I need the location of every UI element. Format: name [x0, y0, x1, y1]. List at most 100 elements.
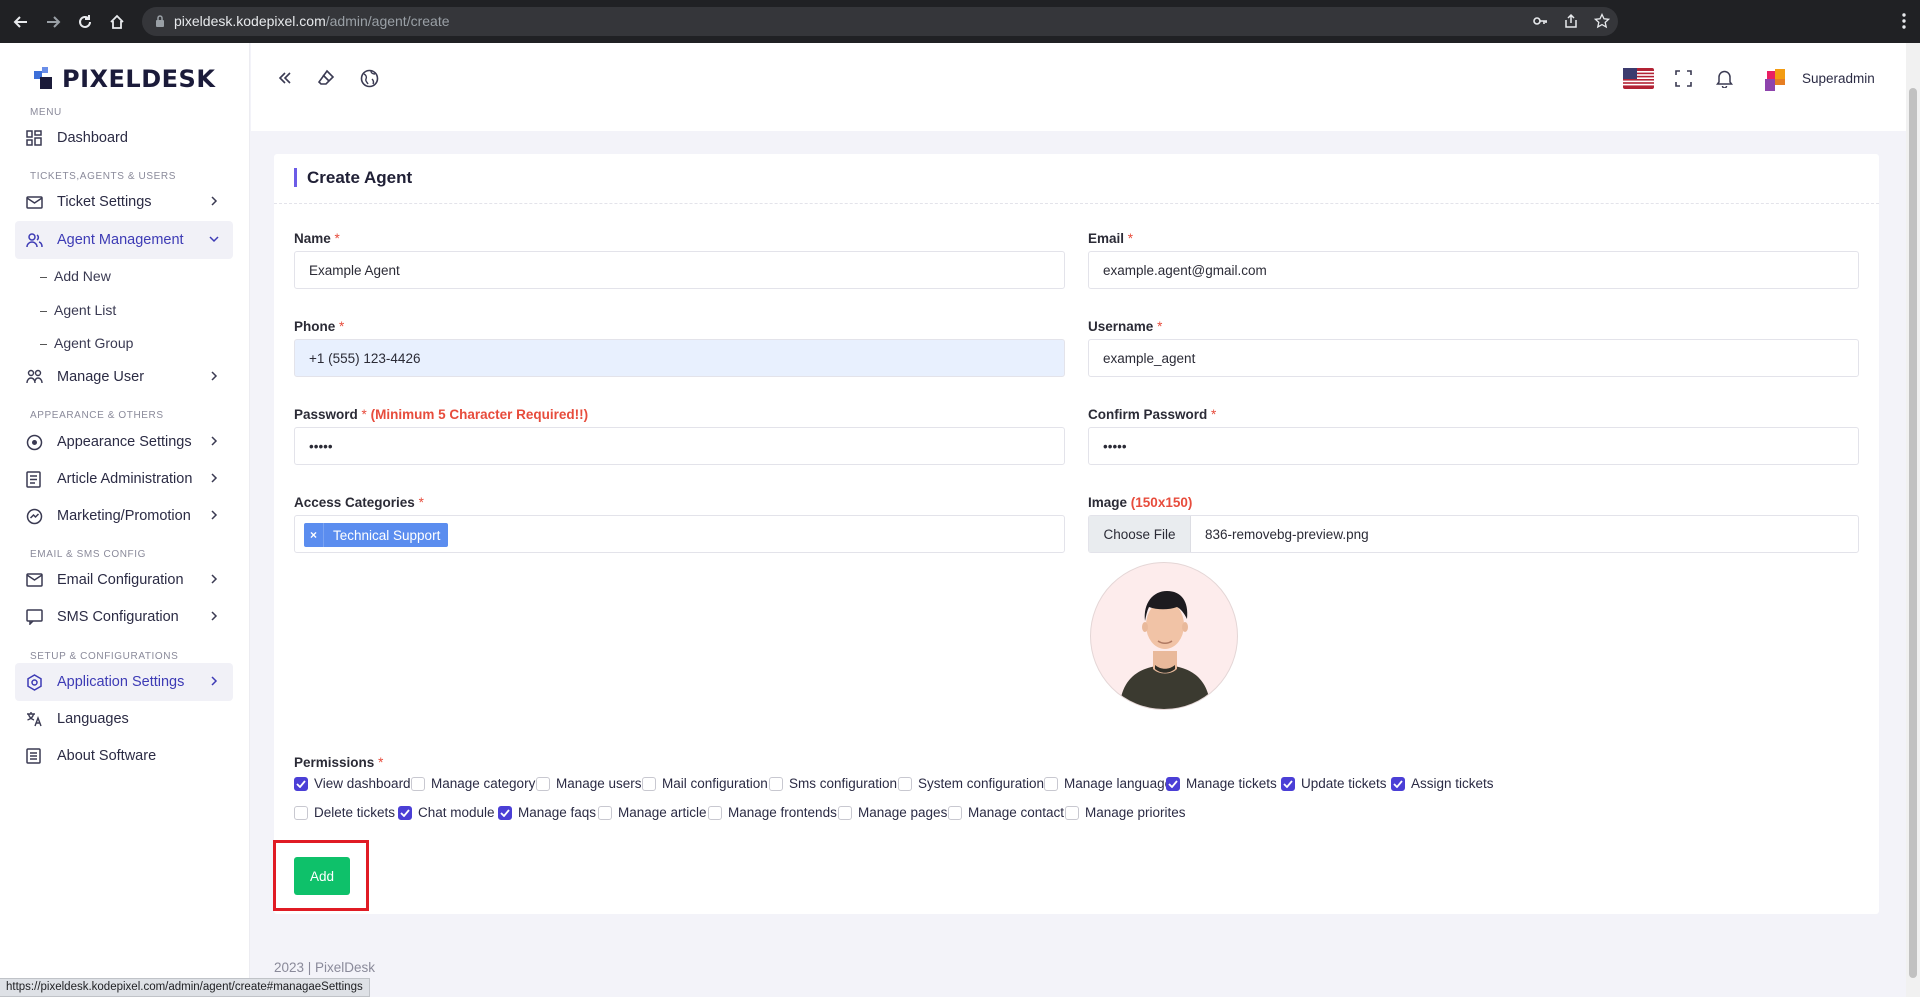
user-name[interactable]: Superadmin [1802, 71, 1875, 86]
checkbox-unchecked-icon[interactable] [769, 776, 783, 791]
permission-checkbox[interactable]: Mail configuration [642, 776, 768, 791]
sidebar-item-appearance-settings[interactable]: Appearance Settings [15, 423, 233, 461]
forward-icon[interactable] [43, 12, 63, 32]
sidebar-item-application-settings[interactable]: Application Settings [15, 663, 233, 701]
fullscreen-icon[interactable] [1672, 67, 1694, 89]
password-label: Password * (Minimum 5 Character Required… [294, 407, 589, 422]
palette-icon [26, 433, 44, 451]
key-icon[interactable] [1532, 13, 1548, 29]
sidebar-heading-email: EMAIL & SMS CONFIG [30, 549, 147, 560]
permission-checkbox[interactable]: Manage faqs [498, 805, 596, 820]
checkbox-checked-icon[interactable] [1166, 776, 1180, 791]
chevron-right-icon [211, 371, 218, 381]
checkbox-unchecked-icon[interactable] [1065, 805, 1079, 820]
permission-checkbox[interactable]: Manage pages [838, 805, 947, 820]
home-icon[interactable] [107, 12, 127, 32]
permission-checkbox[interactable]: Manage article [598, 805, 707, 820]
permission-checkbox[interactable]: Manage users [536, 776, 642, 791]
sidebar-item-email-configuration[interactable]: Email Configuration [15, 561, 233, 599]
sidebar-item-agent-management[interactable]: Agent Management [15, 221, 233, 259]
checkbox-unchecked-icon[interactable] [411, 776, 425, 791]
choose-file-button[interactable]: Choose File [1089, 516, 1191, 552]
chevron-right-icon [211, 510, 218, 520]
name-input[interactable] [294, 251, 1065, 289]
address-bar[interactable]: pixeldesk.kodepixel.com/admin/agent/crea… [142, 7, 1618, 36]
permission-checkbox[interactable]: System configuration [898, 776, 1044, 791]
reload-icon[interactable] [75, 12, 95, 32]
permission-checkbox[interactable]: Manage priorites [1065, 805, 1186, 820]
sidebar-subitem-agent-list[interactable]: Agent List [40, 302, 116, 318]
checkbox-unchecked-icon[interactable] [708, 805, 722, 820]
permission-label: Manage article [618, 805, 707, 820]
checkbox-checked-icon[interactable] [398, 805, 412, 820]
globe-icon[interactable] [358, 67, 380, 89]
access-categories-select[interactable]: × Technical Support [294, 515, 1065, 553]
remove-tag-icon[interactable]: × [304, 523, 324, 547]
checkbox-unchecked-icon[interactable] [598, 805, 612, 820]
permission-checkbox[interactable]: Sms configuration [769, 776, 897, 791]
sidebar-item-label: SMS Configuration [57, 609, 179, 625]
scrollbar-thumb[interactable] [1909, 88, 1917, 978]
sidebar-item-sms-configuration[interactable]: SMS Configuration [15, 598, 233, 636]
share-icon[interactable] [1563, 13, 1579, 29]
sidebar-item-article-administration[interactable]: Article Administration [15, 460, 233, 498]
avatar[interactable] [1759, 63, 1791, 95]
checkbox-unchecked-icon[interactable] [838, 805, 852, 820]
password-input[interactable] [294, 427, 1065, 465]
image-file-input[interactable]: Choose File 836-removebg-preview.png [1088, 515, 1859, 553]
checkbox-unchecked-icon[interactable] [642, 776, 656, 791]
permission-label: Assign tickets [1411, 776, 1494, 791]
file-name: 836-removebg-preview.png [1205, 527, 1369, 542]
permission-checkbox[interactable]: Delete tickets [294, 805, 395, 820]
permission-checkbox[interactable]: Chat module [398, 805, 495, 820]
permission-checkbox[interactable]: Manage language [1044, 776, 1172, 791]
sidebar-item-ticket-settings[interactable]: Ticket Settings [15, 183, 233, 221]
permission-label: Sms configuration [789, 776, 898, 791]
checkbox-unchecked-icon[interactable] [294, 805, 308, 820]
checkbox-checked-icon[interactable] [498, 805, 512, 820]
checkbox-checked-icon[interactable] [1281, 776, 1295, 791]
chevron-down-icon [209, 236, 219, 243]
collapse-sidebar-icon[interactable] [274, 67, 296, 89]
confirm-password-input[interactable] [1088, 427, 1859, 465]
bell-icon[interactable] [1713, 67, 1735, 89]
checkbox-unchecked-icon[interactable] [1044, 776, 1058, 791]
sidebar-item-marketing-promotion[interactable]: Marketing/Promotion [15, 497, 233, 535]
logo[interactable]: PIXELDESK [34, 65, 215, 93]
more-menu-icon[interactable] [1902, 12, 1906, 30]
checkbox-checked-icon[interactable] [1391, 776, 1405, 791]
sidebar-item-manage-user[interactable]: Manage User [15, 358, 233, 396]
sidebar-subitem-agent-group[interactable]: Agent Group [40, 335, 133, 351]
sidebar-item-about-software[interactable]: About Software [15, 737, 233, 775]
sidebar-heading-tickets: TICKETS,AGENTS & USERS [30, 171, 177, 182]
sidebar-item-dashboard[interactable]: Dashboard [15, 119, 233, 157]
checkbox-checked-icon[interactable] [294, 776, 308, 791]
sidebar-subitem-add-new[interactable]: Add New [40, 268, 111, 284]
back-icon[interactable] [11, 12, 31, 32]
scrollbar[interactable] [1906, 43, 1920, 997]
permission-checkbox[interactable]: View dashboard [294, 776, 411, 791]
ticket-icon [26, 193, 44, 211]
permissions-label: Permissions * [294, 755, 384, 770]
permission-checkbox[interactable]: Manage tickets [1166, 776, 1277, 791]
checkbox-unchecked-icon[interactable] [948, 805, 962, 820]
category-tag: × Technical Support [304, 523, 449, 547]
eraser-icon[interactable] [315, 67, 337, 89]
permission-checkbox[interactable]: Assign tickets [1391, 776, 1494, 791]
sidebar-heading-setup: SETUP & CONFIGURATIONS [30, 651, 179, 662]
permission-checkbox[interactable]: Update tickets [1281, 776, 1387, 791]
permission-checkbox[interactable]: Manage contact [948, 805, 1064, 820]
sms-icon [26, 608, 44, 626]
email-input[interactable] [1088, 251, 1859, 289]
permission-checkbox[interactable]: Manage frontends [708, 805, 837, 820]
username-input[interactable] [1088, 339, 1859, 377]
bookmark-star-icon[interactable] [1594, 13, 1610, 29]
phone-input[interactable] [294, 339, 1065, 377]
permission-checkbox[interactable]: Manage category [411, 776, 535, 791]
sidebar: PIXELDESK MENU Dashboard TICKETS,AGENTS … [0, 43, 250, 997]
logo-mark-icon [34, 67, 58, 91]
sidebar-item-languages[interactable]: Languages [15, 700, 233, 738]
checkbox-unchecked-icon[interactable] [536, 776, 550, 791]
checkbox-unchecked-icon[interactable] [898, 776, 912, 791]
us-flag-icon[interactable] [1623, 68, 1654, 89]
